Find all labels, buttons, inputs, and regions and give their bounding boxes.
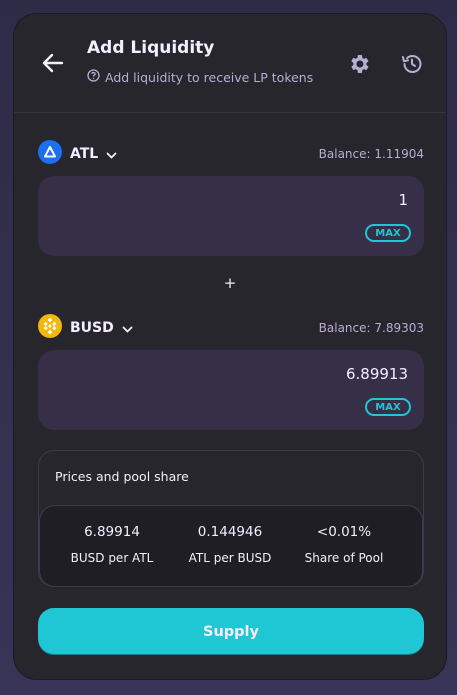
chevron-down-icon (122, 319, 133, 338)
token-a-row: ATL Balance: 1.11904 (38, 140, 424, 168)
token-b-balance: Balance: 7.89303 (318, 321, 424, 335)
plus-icon: + (223, 274, 237, 292)
supply-button[interactable]: Supply (38, 608, 424, 655)
stat-label: Share of Pool (304, 551, 384, 565)
price-busd-per-atl: 6.89914 BUSD per ATL (52, 524, 172, 565)
page-subtitle: Add liquidity to receive LP tokens (87, 69, 313, 85)
token-a-balance: Balance: 1.11904 (318, 147, 424, 161)
card-header: Add Liquidity Add liquidity to receive L… (14, 14, 446, 113)
share-of-pool: <0.01% Share of Pool (284, 524, 404, 565)
pool-stats: 6.89914 BUSD per ATL 0.144946 ATL per BU… (39, 505, 423, 587)
price-atl-per-busd: 0.144946 ATL per BUSD (170, 524, 290, 565)
token-a-input[interactable]: 1 MAX (38, 176, 424, 256)
token-b-symbol: BUSD (70, 320, 114, 336)
token-b-row: BUSD Balance: 7.89303 (38, 314, 424, 342)
chevron-down-icon (106, 145, 117, 164)
token-a-symbol: ATL (70, 146, 99, 162)
stat-value: 0.144946 (197, 524, 263, 540)
pool-share-panel: Prices and pool share 6.89914 BUSD per A… (38, 450, 424, 587)
settings-gear-icon[interactable] (347, 52, 371, 76)
page-title: Add Liquidity (87, 38, 215, 58)
token-b-amount[interactable]: 6.89913 (346, 365, 408, 383)
history-clock-icon[interactable] (400, 52, 424, 76)
token-b-max-button[interactable]: MAX (365, 398, 411, 416)
busd-token-icon (38, 314, 62, 342)
stat-value: 6.89914 (84, 524, 140, 540)
help-circle-icon[interactable] (87, 69, 100, 85)
token-a-max-button[interactable]: MAX (365, 224, 411, 242)
stat-label: ATL per BUSD (188, 551, 272, 565)
token-b-input[interactable]: 6.89913 MAX (38, 350, 424, 430)
stat-value: <0.01% (316, 524, 372, 540)
token-b-selector[interactable]: BUSD (38, 314, 133, 342)
pool-share-title: Prices and pool share (55, 469, 189, 484)
stat-label: BUSD per ATL (70, 551, 154, 565)
token-a-selector[interactable]: ATL (38, 140, 117, 168)
add-liquidity-card: Add Liquidity Add liquidity to receive L… (13, 13, 447, 680)
token-a-amount[interactable]: 1 (398, 191, 408, 209)
subtitle-text: Add liquidity to receive LP tokens (105, 69, 314, 85)
back-arrow-icon[interactable] (40, 50, 66, 76)
atl-token-icon (38, 140, 62, 168)
